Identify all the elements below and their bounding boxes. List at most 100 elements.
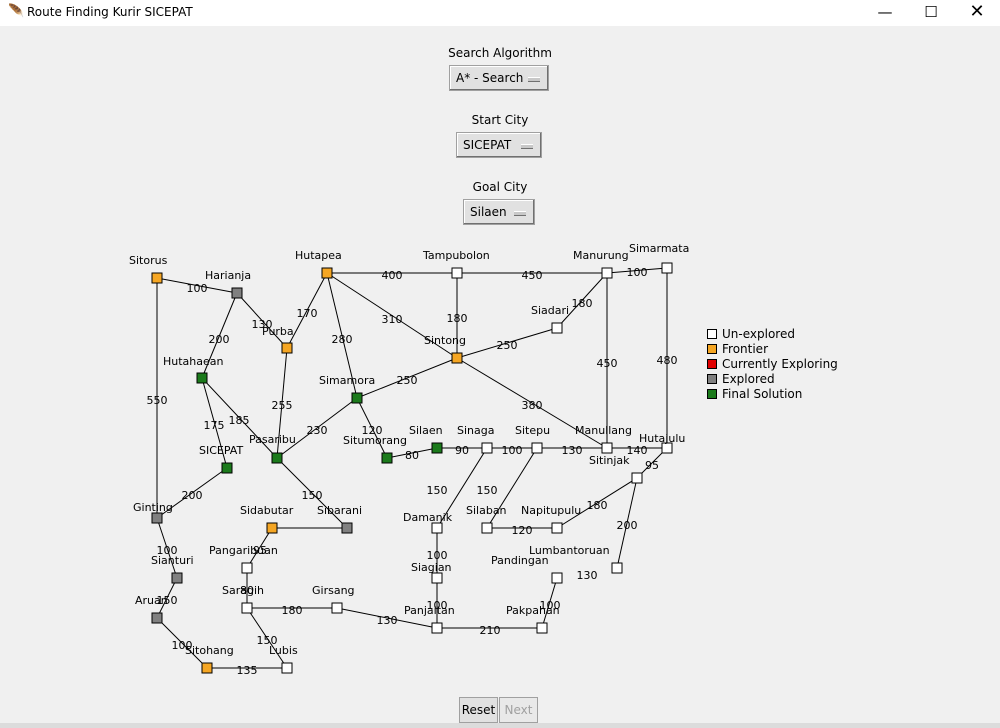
city-name-label: Sidabutar — [240, 504, 294, 517]
city-node-pandingan: Pandingan — [491, 554, 563, 584]
road-distance-label: 380 — [522, 399, 543, 412]
road-distance-label: 150 — [477, 484, 498, 497]
city-name-label: Simamora — [319, 374, 375, 387]
city-name-label: Sitorus — [129, 254, 168, 267]
road-distance-label: 550 — [147, 394, 168, 407]
city-name-label: Pakpahan — [506, 604, 560, 617]
city-node-lubis: Lubis — [269, 644, 298, 674]
city-marker — [431, 622, 443, 634]
legend-label: Currently Exploring — [722, 357, 838, 371]
road-distance-label: 140 — [627, 444, 648, 457]
city-marker — [551, 572, 563, 584]
road-distance-label: 150 — [427, 484, 448, 497]
city-node-pakpahan: Pakpahan — [506, 604, 560, 634]
road-distance-label: 400 — [382, 269, 403, 282]
road-distance-label: 100 — [627, 266, 648, 279]
city-marker — [551, 522, 563, 534]
city-node-manurung: Manurung — [573, 249, 629, 279]
city-marker — [661, 262, 673, 274]
city-name-label: Manurung — [573, 249, 629, 262]
city-name-label: Hutapea — [295, 249, 342, 262]
horizontal-scrollbar[interactable] — [0, 723, 1000, 728]
city-name-label: Ginting — [133, 501, 173, 514]
city-name-label: Sibarani — [317, 504, 362, 517]
city-marker — [171, 572, 183, 584]
legend-swatch — [707, 374, 717, 384]
road-distance-label: 100 — [187, 282, 208, 295]
city-marker — [266, 522, 278, 534]
city-marker — [201, 662, 213, 674]
city-marker — [531, 442, 543, 454]
city-marker — [281, 662, 293, 674]
reset-button[interactable]: Reset — [459, 697, 498, 723]
city-marker — [431, 572, 443, 584]
city-marker — [536, 622, 548, 634]
city-node-damanik: Damanik — [403, 511, 453, 534]
city-node-sintong: Sintong — [424, 334, 466, 364]
legend-swatch — [707, 329, 717, 339]
road-distance-label: 250 — [397, 374, 418, 387]
city-node-aruan: Aruan — [135, 594, 168, 624]
city-marker — [196, 372, 208, 384]
road-distance-label: 200 — [182, 489, 203, 502]
city-marker — [151, 272, 163, 284]
road-distance-label: 180 — [572, 297, 593, 310]
city-node-panjaitan: Panjaitan — [404, 604, 455, 634]
city-marker — [241, 602, 253, 614]
road-distance-label: 310 — [382, 313, 403, 326]
city-node-harianja: Harianja — [205, 269, 251, 299]
city-name-label: Manullang — [575, 424, 632, 437]
city-name-label: Lubis — [269, 644, 298, 657]
city-marker — [281, 342, 293, 354]
city-name-label: Aruan — [135, 594, 168, 607]
road-distance-label: 150 — [302, 489, 323, 502]
city-name-label: Sitepu — [515, 424, 550, 437]
city-name-label: Panjaitan — [404, 604, 455, 617]
city-node-silaban: Silaban — [466, 504, 507, 534]
city-name-label: Tampubolon — [422, 249, 490, 262]
city-marker — [601, 267, 613, 279]
city-marker — [481, 522, 493, 534]
road-distance-label: 250 — [497, 339, 518, 352]
road-distance-label: 90 — [455, 444, 469, 457]
legend-swatch — [707, 344, 717, 354]
legend-swatch — [707, 389, 717, 399]
city-node-pasaribu: Pasaribu — [249, 433, 296, 464]
road-distance-label: 180 — [282, 604, 303, 617]
city-name-label: Sitohang — [185, 644, 234, 657]
city-name-label: Sianturi — [151, 554, 194, 567]
legend-label: Explored — [722, 372, 775, 386]
route-graph-canvas: 550 100 130 200 170 400 280 310 255 450 180 100 180 4… — [129, 242, 689, 677]
road-distance-label: 170 — [297, 307, 318, 320]
city-marker — [431, 442, 443, 454]
city-marker — [611, 562, 623, 574]
city-marker — [321, 267, 333, 279]
city-marker — [451, 267, 463, 279]
city-node-purba: Purba — [262, 325, 294, 354]
road-distance-label: 80 — [405, 449, 419, 462]
city-name-label: Hutahaean — [163, 355, 224, 368]
city-node-pangaribuan: Pangaribuan — [209, 544, 278, 574]
city-marker — [631, 472, 643, 484]
city-marker — [551, 322, 563, 334]
city-node-ginting: Ginting — [133, 501, 173, 524]
city-marker — [381, 452, 393, 464]
city-node-sitinjak: Sitinjak — [589, 454, 643, 484]
legend-label: Frontier — [722, 342, 769, 356]
city-name-label: Hutajulu — [639, 432, 685, 445]
city-marker — [331, 602, 343, 614]
city-name-label: Napitupulu — [521, 504, 581, 517]
city-name-label: Simarmata — [629, 242, 689, 255]
city-node-hutahaean: Hutahaean — [163, 355, 224, 384]
road-distance-label: 450 — [597, 357, 618, 370]
city-node-sitorus: Sitorus — [129, 254, 168, 284]
road-distance-label: 280 — [332, 333, 353, 346]
road-distance-label: 200 — [209, 333, 230, 346]
road-distance-label: 120 — [512, 524, 533, 537]
city-node-girsang: Girsang — [312, 584, 355, 614]
city-name-label: Situmorang — [343, 434, 407, 447]
road-distance-label: 450 — [522, 269, 543, 282]
road-distance-label: 185 — [229, 414, 250, 427]
next-button[interactable]: Next — [499, 697, 538, 723]
city-marker — [481, 442, 493, 454]
